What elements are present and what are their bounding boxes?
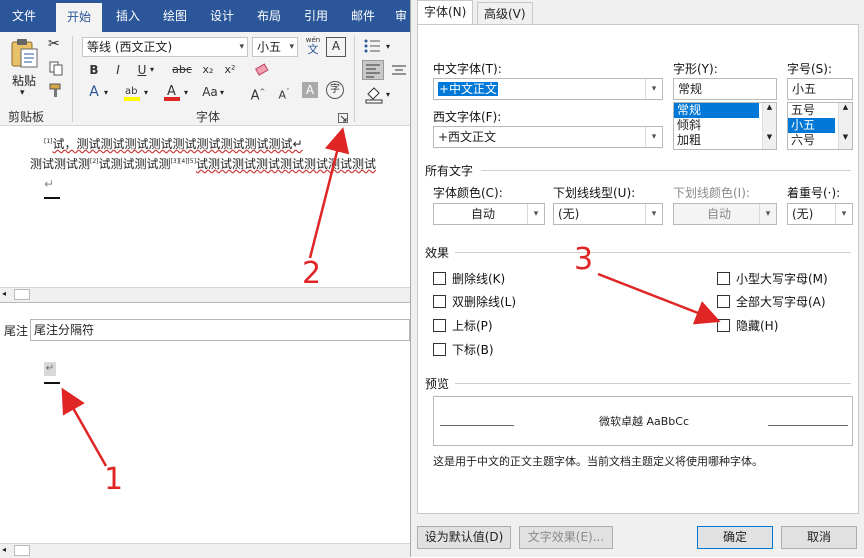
arrow-1 [61, 387, 108, 467]
annotation-number-2: 2 [302, 256, 322, 291]
annotation-number-3: 3 [574, 242, 594, 277]
arrow-2 [308, 127, 350, 259]
annotation-overlay [61, 127, 721, 467]
arrow-3 [597, 272, 721, 325]
annotation-number-1: 1 [104, 462, 124, 497]
